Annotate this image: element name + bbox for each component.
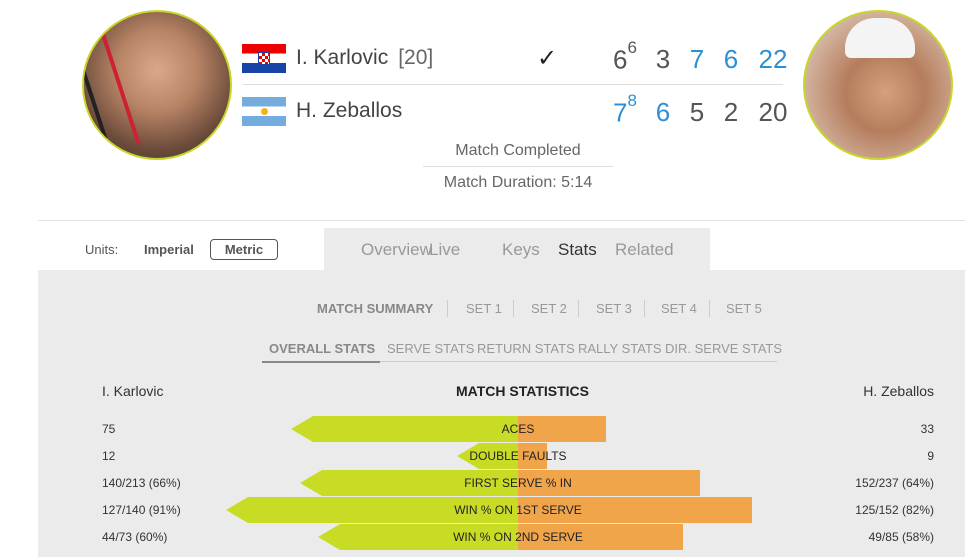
stats-panel: Units: Imperial Metric Overview Live Keys S… <box>38 228 965 557</box>
player1-set-5-score: 22 <box>758 44 788 74</box>
left-stat-value: 12 <box>102 449 116 463</box>
player2-name-text: H. Zeballos <box>296 99 403 122</box>
croatia-flag-icon <box>242 44 286 73</box>
right-stat-value: 9 <box>927 449 934 463</box>
player2-set-4-score: 2 <box>723 97 739 127</box>
left-stat-value: 44/73 (60%) <box>102 530 168 544</box>
section-divider <box>38 220 965 221</box>
match-status: Match Completed <box>423 142 613 167</box>
right-stat-value: 49/85 (58%) <box>868 530 934 544</box>
player2-set-2-score: 6 <box>655 97 671 127</box>
player1-name-text: I. Karlovic <box>296 46 389 69</box>
stat-tab-dir-serve-stats[interactable]: DIR. SERVE STATS <box>665 341 782 356</box>
player1-set-4-score: 6 <box>723 44 739 74</box>
stats-right-player: H. Zeballos <box>863 383 934 399</box>
player2-set-3-score: 5 <box>689 97 705 127</box>
left-bar-arrow <box>291 416 313 442</box>
set-tab-set-5[interactable]: SET 5 <box>726 301 762 316</box>
units-toggle: Units: Imperial Metric <box>38 228 324 270</box>
player1-name[interactable]: I. Karlovic [20] <box>296 46 433 70</box>
stats-title: MATCH STATISTICS <box>456 383 589 399</box>
tab-related[interactable]: Related <box>615 240 674 260</box>
stat-tab-rally-stats[interactable]: RALLY STATS <box>578 341 662 356</box>
player1-seed: [20] <box>398 46 434 69</box>
score-divider <box>243 84 783 85</box>
set-tab-set-3[interactable]: SET 3 <box>596 301 632 316</box>
player1-set-3-score: 7 <box>689 44 705 74</box>
left-bar-arrow <box>300 470 322 496</box>
tab-underline <box>380 361 777 362</box>
stat-row: 44/73 (60%) 49/85 (58%) WIN % ON 2ND SERVE <box>38 524 965 550</box>
tab-separator <box>578 300 579 317</box>
player1-photo[interactable] <box>82 10 232 160</box>
player2-photo[interactable] <box>803 10 953 160</box>
right-stat-value: 125/152 (82%) <box>855 503 934 517</box>
set-tab-match-summary[interactable]: MATCH SUMMARY <box>317 301 433 316</box>
racket-graphic <box>84 29 141 155</box>
stat-row: 12 9 DOUBLE FAULTS <box>38 443 965 469</box>
left-stat-value: 75 <box>102 422 116 436</box>
tab-separator <box>447 300 448 317</box>
tab-overview[interactable]: Overview <box>361 240 432 260</box>
left-bar-arrow <box>226 497 248 523</box>
player2-name[interactable]: H. Zeballos <box>296 99 402 123</box>
tabs-right-spacer <box>710 228 965 270</box>
stat-row: 75 33 ACES <box>38 416 965 442</box>
imperial-option[interactable]: Imperial <box>144 242 194 257</box>
player2-set-5-score: 20 <box>758 97 788 127</box>
units-label: Units: <box>85 242 119 257</box>
tab-separator <box>709 300 710 317</box>
stat-label: ACES <box>501 422 535 436</box>
stat-label: WIN % ON 1ST SERVE <box>454 503 582 517</box>
left-stat-value: 140/213 (66%) <box>102 476 181 490</box>
tab-keys[interactable]: Keys <box>502 240 540 260</box>
stat-label: WIN % ON 2ND SERVE <box>453 530 583 544</box>
set-tab-set-2[interactable]: SET 2 <box>531 301 567 316</box>
stat-row: 127/140 (91%) 125/152 (82%) WIN % ON 1ST S… <box>38 497 965 523</box>
stat-row: 140/213 (66%) 152/237 (64%) FIRST SERVE % … <box>38 470 965 496</box>
stat-tab-overall-stats[interactable]: OVERALL STATS <box>269 341 375 356</box>
tab-live[interactable]: Live <box>429 240 460 260</box>
tab-separator <box>513 300 514 317</box>
metric-option[interactable]: Metric <box>210 239 278 260</box>
right-stat-value: 152/237 (64%) <box>855 476 934 490</box>
cap-graphic <box>845 18 915 58</box>
winner-check-icon: ✓ <box>537 45 558 72</box>
left-stat-value: 127/140 (91%) <box>102 503 181 517</box>
stat-tab-serve-stats[interactable]: SERVE STATS <box>387 341 474 356</box>
active-tab-underline <box>262 361 380 363</box>
player1-set-1-score: 66 <box>613 38 637 75</box>
stat-tab-return-stats[interactable]: RETURN STATS <box>477 341 575 356</box>
tab-separator <box>644 300 645 317</box>
set-tab-set-1[interactable]: SET 1 <box>466 301 502 316</box>
match-header: I. Karlovic [20] ✓ H. Zeballos 66 3 7 6 22 78… <box>0 0 965 220</box>
player2-set-1-score: 78 <box>613 91 637 128</box>
stats-left-player: I. Karlovic <box>102 383 164 399</box>
set-tab-set-4[interactable]: SET 4 <box>661 301 697 316</box>
stat-label: DOUBLE FAULTS <box>469 449 567 463</box>
argentina-flag-icon <box>242 97 286 126</box>
match-duration: Match Duration: 5:14 <box>443 174 593 191</box>
left-bar-arrow <box>318 524 340 550</box>
right-stat-value: 33 <box>920 422 934 436</box>
player1-set-2-score: 3 <box>655 44 671 74</box>
tab-stats[interactable]: Stats <box>558 240 597 260</box>
stat-label: FIRST SERVE % IN <box>464 476 572 490</box>
